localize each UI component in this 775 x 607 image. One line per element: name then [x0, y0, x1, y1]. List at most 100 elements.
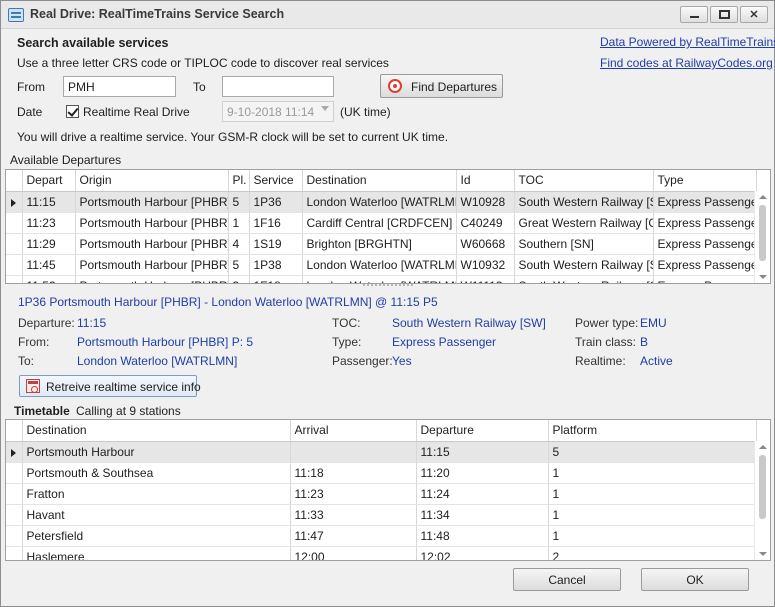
- departure-cell-platform[interactable]: 5: [228, 191, 250, 213]
- departure-row[interactable]: 11:53Portsmouth Harbour [PHBR]31F18Londo…: [6, 275, 757, 283]
- timetable-cell-platform[interactable]: 1: [548, 483, 757, 505]
- timetable-cell-platform[interactable]: 2: [548, 546, 757, 560]
- scroll-thumb[interactable]: [759, 205, 766, 261]
- departure-cell-platform[interactable]: 3: [228, 275, 250, 283]
- timetable-row[interactable]: Haslemere 12:00 12:02 2: [6, 546, 757, 560]
- col-platform[interactable]: Pl.: [228, 170, 250, 192]
- timetable-row[interactable]: Fratton 11:23 11:24 1: [6, 483, 757, 505]
- timetable-scrollbar[interactable]: [754, 441, 770, 560]
- departure-cell-toc[interactable]: South Western Railway [SW]: [514, 275, 654, 283]
- timetable-cell-arrival[interactable]: 11:23: [290, 483, 417, 505]
- timetable-grid[interactable]: Destination Arrival Departure Platform P…: [5, 419, 771, 561]
- departure-cell-origin[interactable]: Portsmouth Harbour [PHBR]: [75, 212, 229, 234]
- row-indicator[interactable]: [6, 441, 23, 463]
- ok-button[interactable]: OK: [641, 568, 749, 591]
- departure-cell-destination[interactable]: London Waterloo [WATRLMN]: [302, 254, 457, 276]
- col-toc[interactable]: TOC: [514, 170, 654, 192]
- col-depart[interactable]: Depart: [22, 170, 76, 192]
- minimize-button[interactable]: [680, 6, 708, 23]
- timetable-row[interactable]: Portsmouth & Southsea 11:18 11:20 1: [6, 462, 757, 484]
- timetable-cell-destination[interactable]: Petersfield: [22, 525, 291, 547]
- departure-cell-origin[interactable]: Portsmouth Harbour [PHBR]: [75, 275, 229, 283]
- departure-cell-destination[interactable]: Brighton [BRGHTN]: [302, 233, 457, 255]
- col-destination[interactable]: Destination: [302, 170, 457, 192]
- departure-cell-id[interactable]: W60668: [456, 233, 515, 255]
- departure-cell-depart[interactable]: 11:23: [22, 212, 76, 234]
- departure-cell-destination[interactable]: Cardiff Central [CRDFCEN]: [302, 212, 457, 234]
- timetable-cell-departure[interactable]: 11:24: [416, 483, 549, 505]
- departure-cell-platform[interactable]: 1: [228, 212, 250, 234]
- row-indicator[interactable]: [6, 462, 23, 484]
- timetable-row[interactable]: Portsmouth Harbour 11:15 5: [6, 441, 757, 463]
- row-indicator[interactable]: [6, 525, 23, 547]
- timetable-cell-destination[interactable]: Portsmouth & Southsea: [22, 462, 291, 484]
- departure-cell-toc[interactable]: South Western Railway [SW]: [514, 254, 654, 276]
- timetable-cell-arrival[interactable]: 11:18: [290, 462, 417, 484]
- scroll-thumb[interactable]: [759, 455, 766, 519]
- row-indicator[interactable]: [6, 212, 23, 234]
- departure-cell-service[interactable]: 1P36: [249, 191, 303, 213]
- departure-cell-origin[interactable]: Portsmouth Harbour [PHBR]: [75, 233, 229, 255]
- scroll-down-icon[interactable]: [759, 275, 767, 279]
- timetable-cell-platform[interactable]: 1: [548, 504, 757, 526]
- row-indicator[interactable]: [6, 546, 23, 560]
- col-type[interactable]: Type: [653, 170, 757, 192]
- col-tt-platform[interactable]: Platform: [548, 420, 757, 442]
- realtime-checkbox[interactable]: [66, 105, 79, 118]
- row-indicator[interactable]: [6, 191, 23, 213]
- departure-cell-type[interactable]: Express Passenger: [653, 233, 757, 255]
- timetable-cell-arrival[interactable]: 11:33: [290, 504, 417, 526]
- from-input[interactable]: PMH: [63, 76, 176, 97]
- timetable-cell-departure[interactable]: 11:20: [416, 462, 549, 484]
- cancel-button[interactable]: Cancel: [513, 568, 621, 591]
- departure-cell-platform[interactable]: 4: [228, 233, 250, 255]
- col-tt-departure[interactable]: Departure: [416, 420, 549, 442]
- timetable-row[interactable]: Petersfield 11:47 11:48 1: [6, 525, 757, 547]
- timetable-cell-arrival[interactable]: 11:47: [290, 525, 417, 547]
- timetable-row[interactable]: Havant 11:33 11:34 1: [6, 504, 757, 526]
- departure-cell-service[interactable]: 1F18: [249, 275, 303, 283]
- row-indicator[interactable]: [6, 233, 23, 255]
- departure-cell-service[interactable]: 1S19: [249, 233, 303, 255]
- col-id[interactable]: Id: [456, 170, 515, 192]
- data-powered-link[interactable]: Data Powered by RealTimeTrains: [600, 35, 775, 49]
- departure-row[interactable]: 11:29 Portsmouth Harbour [PHBR] 4 1S19 Brigh…: [6, 233, 757, 255]
- departure-cell-toc[interactable]: Great Western Railway [GW]: [514, 212, 654, 234]
- departure-row[interactable]: 11:15 Portsmouth Harbour [PHBR] 5 1P36 Londo…: [6, 191, 757, 213]
- departure-cell-type[interactable]: Express Passenger: [653, 254, 757, 276]
- col-tt-arrival[interactable]: Arrival: [290, 420, 417, 442]
- departure-cell-id[interactable]: W10932: [456, 254, 515, 276]
- timetable-cell-arrival[interactable]: [290, 441, 417, 463]
- timetable-cell-departure[interactable]: 11:15: [416, 441, 549, 463]
- departure-row[interactable]: 11:23 Portsmouth Harbour [PHBR] 1 1F16 Cardi…: [6, 212, 757, 234]
- maximize-button[interactable]: [710, 6, 738, 23]
- col-tt-destination[interactable]: Destination: [22, 420, 291, 442]
- timetable-cell-destination[interactable]: Havant: [22, 504, 291, 526]
- departure-cell-depart[interactable]: 11:15: [22, 191, 76, 213]
- railway-codes-link[interactable]: Find codes at RailwayCodes.org: [600, 56, 773, 70]
- departure-cell-destination[interactable]: London Waterloo [WATRLMN]: [302, 191, 457, 213]
- departure-cell-depart[interactable]: 11:29: [22, 233, 76, 255]
- scroll-down-icon[interactable]: [759, 552, 767, 556]
- departures-scrollbar[interactable]: [754, 191, 770, 283]
- departure-cell-service[interactable]: 1F16: [249, 212, 303, 234]
- timetable-cell-departure[interactable]: 11:48: [416, 525, 549, 547]
- splitter-handle[interactable]: [363, 284, 413, 286]
- departure-cell-service[interactable]: 1P38: [249, 254, 303, 276]
- row-indicator[interactable]: [6, 275, 23, 283]
- close-button[interactable]: ✕: [740, 6, 768, 23]
- col-service[interactable]: Service: [249, 170, 303, 192]
- row-indicator[interactable]: [6, 254, 23, 276]
- departure-cell-depart[interactable]: 11:45: [22, 254, 76, 276]
- to-input[interactable]: [222, 76, 334, 97]
- find-departures-button[interactable]: Find Departures: [380, 74, 503, 98]
- departure-cell-type[interactable]: Express Passenger: [653, 191, 757, 213]
- departure-cell-id[interactable]: C40249: [456, 212, 515, 234]
- timetable-cell-destination[interactable]: Portsmouth Harbour: [22, 441, 291, 463]
- scroll-up-icon[interactable]: [759, 195, 767, 199]
- scroll-up-icon[interactable]: [759, 445, 767, 449]
- departure-cell-depart[interactable]: 11:53: [22, 275, 76, 283]
- departure-cell-destination[interactable]: London Waterloo [WATRLMN]: [302, 275, 457, 283]
- timetable-cell-platform[interactable]: 1: [548, 525, 757, 547]
- row-indicator[interactable]: [6, 483, 23, 505]
